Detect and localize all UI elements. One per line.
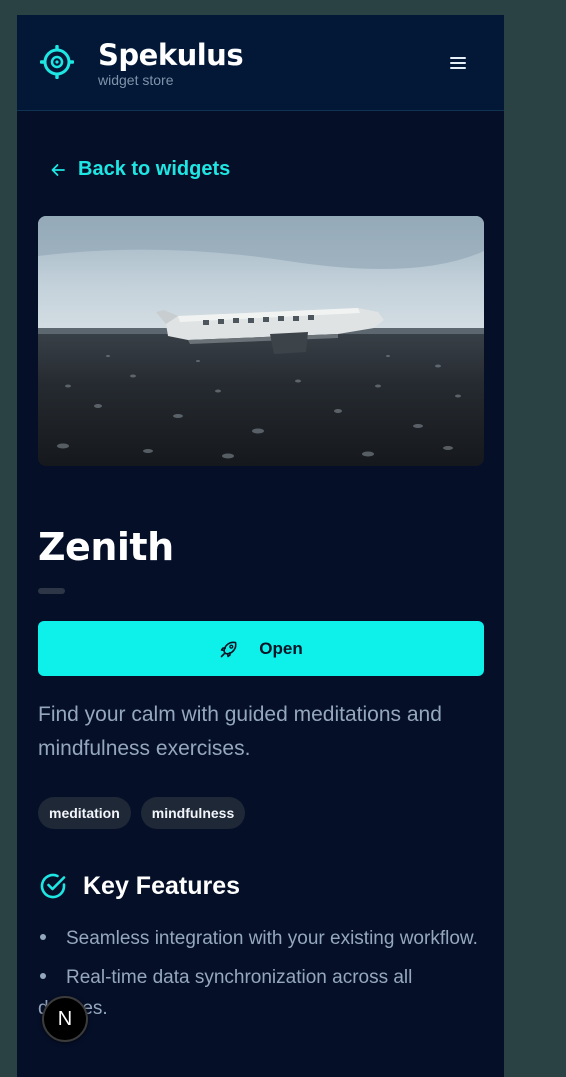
widget-hero-image: [38, 216, 484, 466]
brand-subtitle: widget store: [98, 72, 174, 88]
rocket-icon: [220, 641, 237, 657]
feature-item: Seamless integration with your existing …: [38, 923, 484, 954]
open-label: Open: [259, 638, 303, 658]
tag-list: meditation mindfulness: [38, 797, 246, 829]
open-button[interactable]: Open: [38, 621, 484, 676]
widget-description: Find your calm with guided meditations a…: [38, 703, 442, 760]
tag-mindfulness[interactable]: mindfulness: [140, 797, 246, 829]
app-header: Spekulus widget store: [17, 15, 504, 111]
feature-list: Seamless integration with your existing …: [38, 923, 484, 1032]
feature-item: Real-time data synchronization across al…: [38, 962, 484, 1024]
brand-name: Spekulus: [98, 38, 244, 72]
key-features-heading: Key Features: [38, 871, 240, 901]
arrow-left-icon: [51, 163, 65, 176]
back-label: Back to widgets: [78, 158, 231, 180]
check-circle-icon: [40, 873, 66, 899]
logo-icon[interactable]: [39, 44, 75, 80]
widget-title: Zenith: [38, 525, 174, 569]
dev-badge-label: N: [57, 1007, 73, 1030]
tag-meditation[interactable]: meditation: [38, 797, 131, 829]
brand[interactable]: Spekulus widget store: [98, 38, 244, 88]
title-divider: [38, 588, 65, 594]
back-to-widgets-link[interactable]: Back to widgets: [50, 158, 230, 181]
hamburger-menu-icon[interactable]: [449, 55, 467, 71]
key-features-label: Key Features: [83, 871, 241, 900]
dev-tools-badge[interactable]: N: [42, 996, 88, 1042]
app-frame: Spekulus widget store Back to widgets Ze…: [17, 15, 504, 1077]
